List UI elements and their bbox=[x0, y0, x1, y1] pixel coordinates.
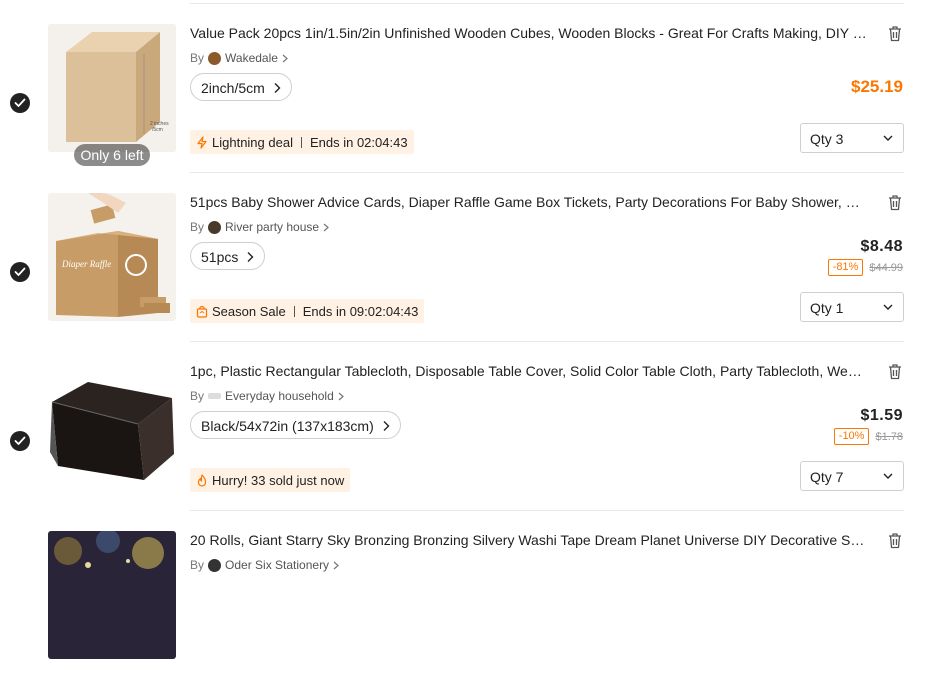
chevron-down-icon bbox=[883, 135, 893, 141]
discount-badge: -81% bbox=[827, 259, 864, 276]
quantity-value: Qty 7 bbox=[810, 469, 844, 485]
quantity-select[interactable]: Qty 7 bbox=[800, 461, 904, 491]
promo-countdown: Ends in 02:04:43 bbox=[309, 134, 408, 150]
chevron-down-icon bbox=[883, 304, 893, 310]
promo-label: Lightning deal bbox=[212, 134, 293, 150]
by-label: By bbox=[190, 558, 205, 572]
variant-selector[interactable]: 51pcs bbox=[190, 242, 266, 270]
select-item-checkbox[interactable] bbox=[10, 431, 30, 451]
store-logo-icon bbox=[208, 393, 222, 399]
separator bbox=[300, 136, 302, 148]
product-image[interactable]: Diaper Raffle bbox=[48, 193, 176, 321]
store-logo-icon bbox=[208, 220, 222, 234]
quantity-value: Qty 1 bbox=[810, 300, 844, 316]
by-label: By bbox=[190, 51, 205, 65]
chevron-right-icon bbox=[333, 561, 339, 569]
image-caption: /5cm bbox=[152, 127, 163, 133]
cart-item: 1pc, Plastic Rectangular Tablecloth, Dis… bbox=[0, 362, 943, 531]
discount-row: -81% $44.99 bbox=[827, 259, 903, 276]
cart-item: 2 inches /5cm Only 6 left Value Pack 20p… bbox=[0, 24, 943, 193]
variant-selector[interactable]: 2inch/5cm bbox=[190, 73, 292, 101]
discount-badge: -10% bbox=[833, 428, 870, 445]
chevron-down-icon bbox=[883, 473, 893, 479]
quantity-select[interactable]: Qty 1 bbox=[800, 292, 904, 322]
by-label: By bbox=[190, 220, 205, 234]
variant-label: 51pcs bbox=[201, 249, 239, 265]
trash-icon[interactable] bbox=[887, 363, 903, 380]
wooden-cube-image: 2 inches /5cm bbox=[48, 24, 176, 152]
chevron-right-icon bbox=[282, 54, 288, 62]
store-line[interactable]: By Everyday household bbox=[190, 388, 344, 404]
product-title[interactable]: 1pc, Plastic Rectangular Tablecloth, Dis… bbox=[190, 362, 868, 380]
product-image[interactable]: 2 inches /5cm bbox=[48, 24, 176, 152]
price: $8.48 bbox=[860, 238, 903, 255]
store-name: River party house bbox=[225, 220, 320, 234]
chevron-right-icon bbox=[247, 252, 254, 262]
washi-tape-image bbox=[48, 531, 176, 659]
promo-tag: Hurry! 33 sold just now bbox=[190, 468, 351, 492]
product-title[interactable]: 51pcs Baby Shower Advice Cards, Diaper R… bbox=[190, 193, 868, 211]
store-line[interactable]: By River party house bbox=[190, 219, 329, 235]
discount-row: -10% $1.78 bbox=[833, 428, 903, 445]
product-title[interactable]: Value Pack 20pcs 1in/1.5in/2in Unfinishe… bbox=[190, 24, 868, 42]
original-price: $44.99 bbox=[869, 261, 903, 274]
by-label: By bbox=[190, 389, 205, 403]
chevron-right-icon bbox=[274, 83, 281, 93]
product-title[interactable]: 20 Rolls, Giant Starry Sky Bronzing Bron… bbox=[190, 531, 868, 549]
chevron-right-icon bbox=[338, 392, 344, 400]
promo-tag: Season Sale Ends in 09:02:04:43 bbox=[190, 299, 425, 323]
checkmark-icon bbox=[14, 267, 26, 276]
store-line[interactable]: By Wakedale bbox=[190, 50, 288, 66]
cart-item: Diaper Raffle 51pcs Baby Shower Advice C… bbox=[0, 193, 943, 362]
variant-label: Black/54x72in (137x183cm) bbox=[201, 418, 374, 434]
store-logo-icon bbox=[208, 558, 222, 572]
store-name: Oder Six Stationery bbox=[225, 558, 330, 572]
trash-icon[interactable] bbox=[887, 194, 903, 211]
chevron-right-icon bbox=[323, 223, 329, 231]
price: $1.59 bbox=[860, 407, 903, 424]
variant-label: 2inch/5cm bbox=[201, 80, 265, 96]
flame-icon bbox=[197, 473, 207, 487]
divider bbox=[190, 3, 904, 4]
store-name: Everyday household bbox=[225, 389, 334, 403]
checkmark-icon bbox=[14, 436, 26, 445]
product-image[interactable] bbox=[48, 531, 176, 659]
promo-countdown: Ends in 09:02:04:43 bbox=[302, 303, 419, 319]
checkmark-icon bbox=[14, 98, 26, 107]
cart-item: 20 Rolls, Giant Starry Sky Bronzing Bron… bbox=[0, 531, 943, 700]
chevron-right-icon bbox=[383, 421, 390, 431]
select-item-checkbox[interactable] bbox=[10, 93, 30, 113]
quantity-select[interactable]: Qty 3 bbox=[800, 123, 904, 153]
trash-icon[interactable] bbox=[887, 25, 903, 42]
lightning-icon bbox=[197, 135, 207, 149]
price: $25.19 bbox=[851, 77, 903, 96]
quantity-value: Qty 3 bbox=[810, 131, 844, 147]
store-name: Wakedale bbox=[225, 51, 278, 65]
raffle-box-image: Diaper Raffle bbox=[48, 193, 176, 321]
product-image[interactable] bbox=[48, 362, 176, 490]
image-caption: Diaper Raffle bbox=[61, 259, 111, 269]
store-line[interactable]: By Oder Six Stationery bbox=[190, 557, 339, 573]
select-item-checkbox[interactable] bbox=[10, 262, 30, 282]
original-price: $1.78 bbox=[875, 430, 903, 443]
store-logo-icon bbox=[208, 51, 222, 65]
variant-selector[interactable]: Black/54x72in (137x183cm) bbox=[190, 411, 401, 439]
promo-label: Season Sale bbox=[212, 303, 286, 319]
stock-badge: Only 6 left bbox=[74, 144, 150, 166]
tablecloth-image bbox=[48, 362, 176, 490]
promo-label: Hurry! 33 sold just now bbox=[212, 472, 345, 488]
shopping-bag-icon bbox=[196, 305, 208, 318]
promo-tag: Lightning deal Ends in 02:04:43 bbox=[190, 130, 414, 154]
trash-icon[interactable] bbox=[887, 532, 903, 549]
separator bbox=[293, 305, 295, 317]
